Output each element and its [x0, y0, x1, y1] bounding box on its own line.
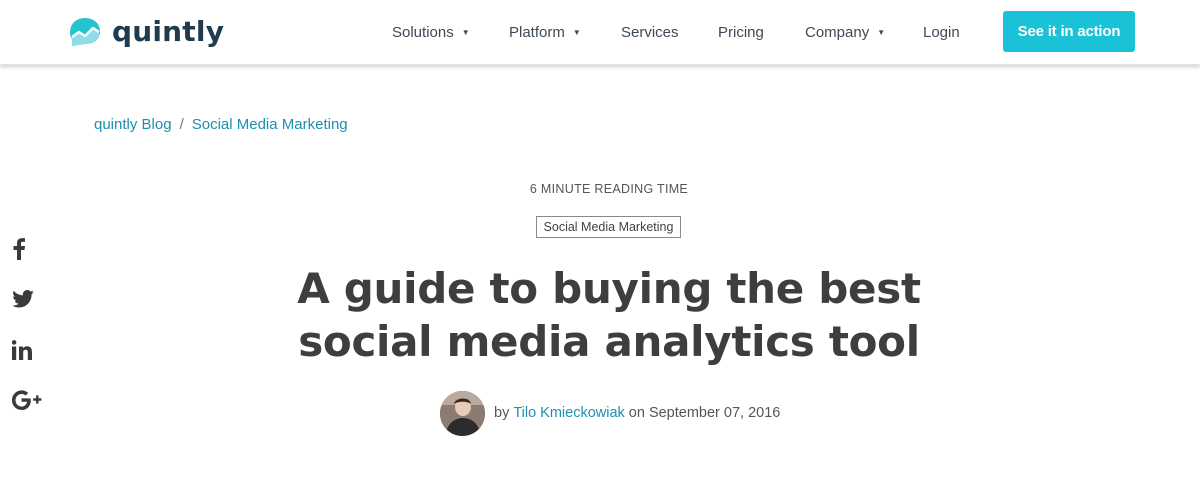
facebook-icon[interactable] — [12, 236, 42, 262]
nav-label: Services — [621, 23, 679, 41]
breadcrumb: quintly Blog / Social Media Marketing — [94, 116, 348, 133]
linkedin-icon[interactable] — [12, 337, 42, 363]
nav-company[interactable]: Company ▼ — [805, 0, 885, 64]
nav-login[interactable]: Login — [923, 0, 960, 64]
nav-platform[interactable]: Platform ▼ — [509, 0, 581, 64]
breadcrumb-blog-link[interactable]: quintly Blog — [94, 116, 172, 133]
byline-prefix: by — [494, 405, 510, 421]
twitter-icon[interactable] — [12, 286, 42, 312]
title-line-1: A guide to buying the best — [297, 264, 921, 313]
nav-label: Platform — [509, 23, 565, 41]
breadcrumb-separator: / — [179, 116, 184, 133]
breadcrumb-category-link[interactable]: Social Media Marketing — [192, 116, 348, 133]
reading-time: 6 MINUTE READING TIME — [529, 182, 689, 196]
avatar[interactable] — [440, 390, 485, 436]
byline-middle: on — [628, 405, 645, 421]
google-plus-icon[interactable] — [12, 387, 42, 413]
nav-services[interactable]: Services — [621, 0, 679, 64]
site-header: quintly Solutions ▼ Platform ▼ Services … — [0, 0, 1200, 65]
nav-label: Company — [805, 23, 870, 41]
nav-label: Solutions — [392, 23, 454, 41]
article-title: A guide to buying the best social media a… — [260, 262, 958, 368]
nav-solutions[interactable]: Solutions ▼ — [392, 0, 470, 64]
logo-text: quintly — [112, 15, 225, 48]
publish-date: September 07, 2016 — [648, 405, 781, 421]
category-tag[interactable]: Social Media Marketing — [536, 216, 681, 238]
quintly-logo[interactable]: quintly — [66, 14, 224, 50]
nav-label: Pricing — [718, 23, 764, 41]
title-line-2: social media analytics tool — [298, 317, 920, 366]
chevron-down-icon: ▼ — [572, 27, 581, 37]
byline: by Tilo Kmieckowiak on September 07, 201… — [440, 390, 780, 436]
chevron-down-icon: ▼ — [877, 27, 886, 37]
nav-label: Login — [923, 23, 960, 41]
chevron-down-icon: ▼ — [461, 27, 470, 37]
see-it-in-action-button[interactable]: See it in action — [1003, 11, 1135, 52]
author-link[interactable]: Tilo Kmieckowiak — [513, 405, 624, 421]
nav-pricing[interactable]: Pricing — [718, 0, 764, 64]
quintly-logo-icon — [70, 18, 100, 46]
